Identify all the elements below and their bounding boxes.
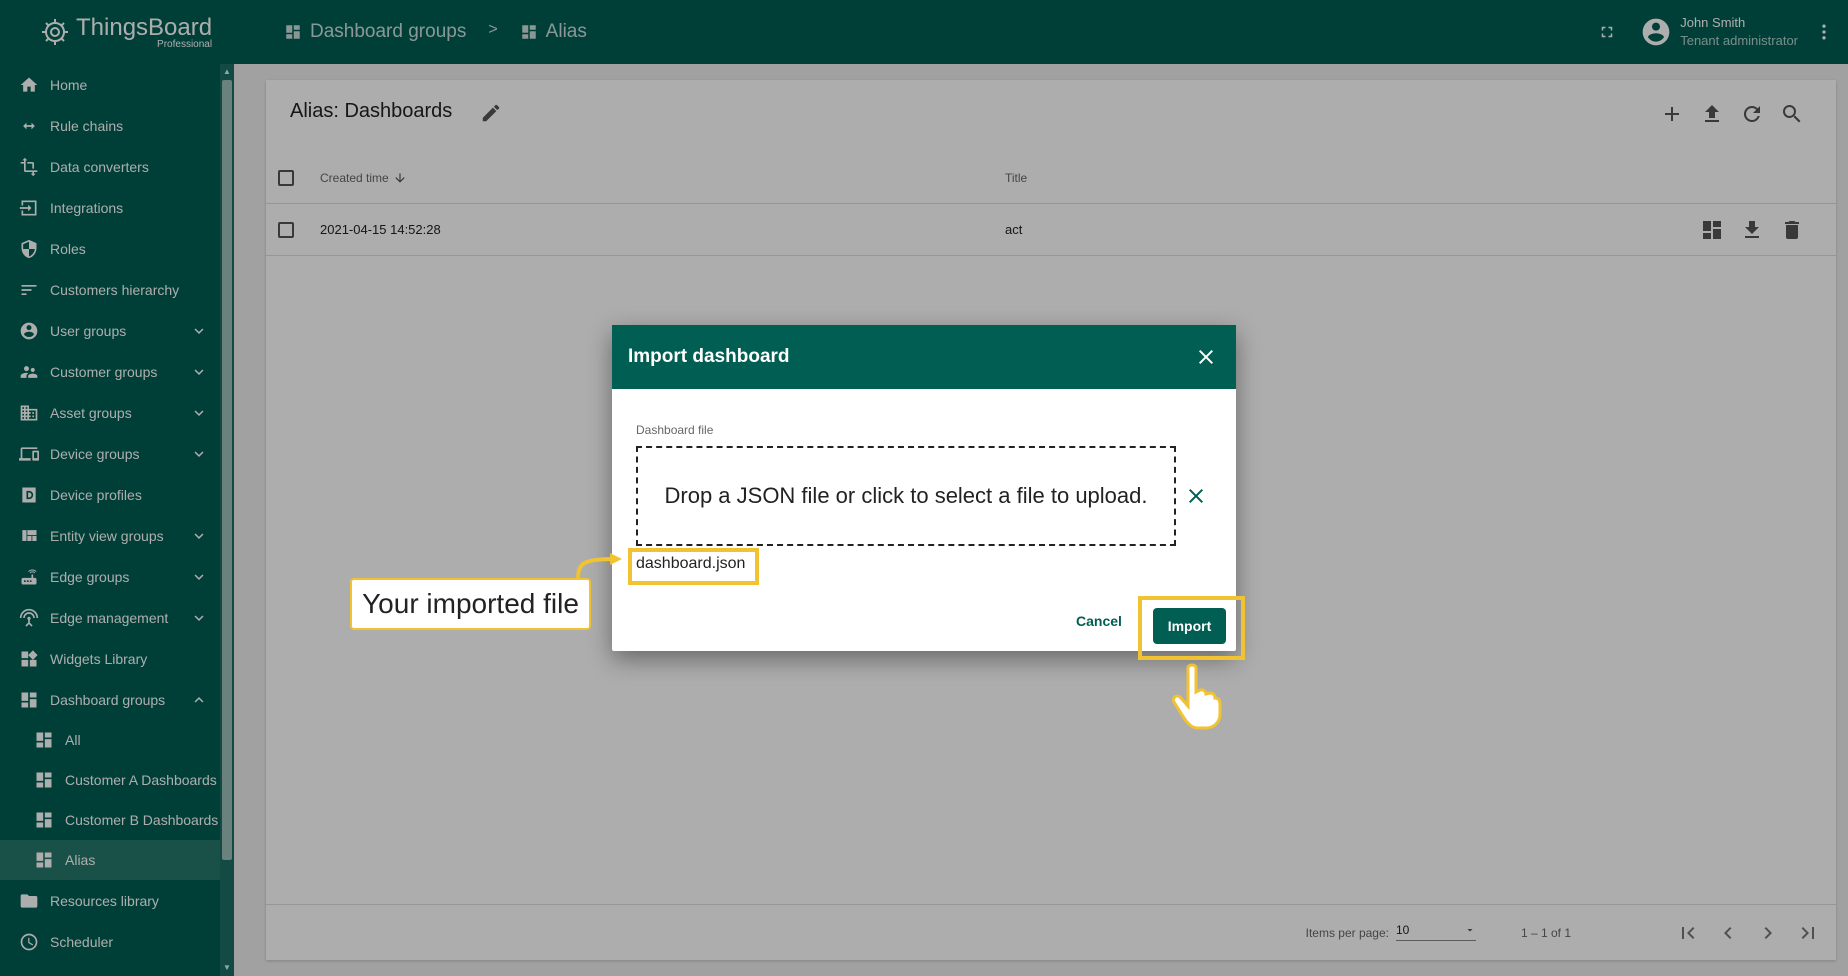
close-icon[interactable] bbox=[1194, 345, 1218, 369]
pointing-hand-icon bbox=[1170, 662, 1222, 730]
callout-label: Your imported file bbox=[350, 578, 591, 630]
import-button-highlight bbox=[1138, 596, 1245, 660]
callout-arrow-icon bbox=[574, 553, 626, 581]
file-name-highlight bbox=[628, 548, 759, 585]
dialog-header: Import dashboard bbox=[612, 325, 1236, 389]
file-dropzone[interactable]: Drop a JSON file or click to select a fi… bbox=[636, 446, 1176, 546]
dialog-title: Import dashboard bbox=[628, 346, 790, 367]
clear-file-icon[interactable] bbox=[1184, 484, 1208, 508]
cancel-button[interactable]: Cancel bbox=[1076, 613, 1122, 629]
dashboard-file-label: Dashboard file bbox=[636, 423, 714, 437]
